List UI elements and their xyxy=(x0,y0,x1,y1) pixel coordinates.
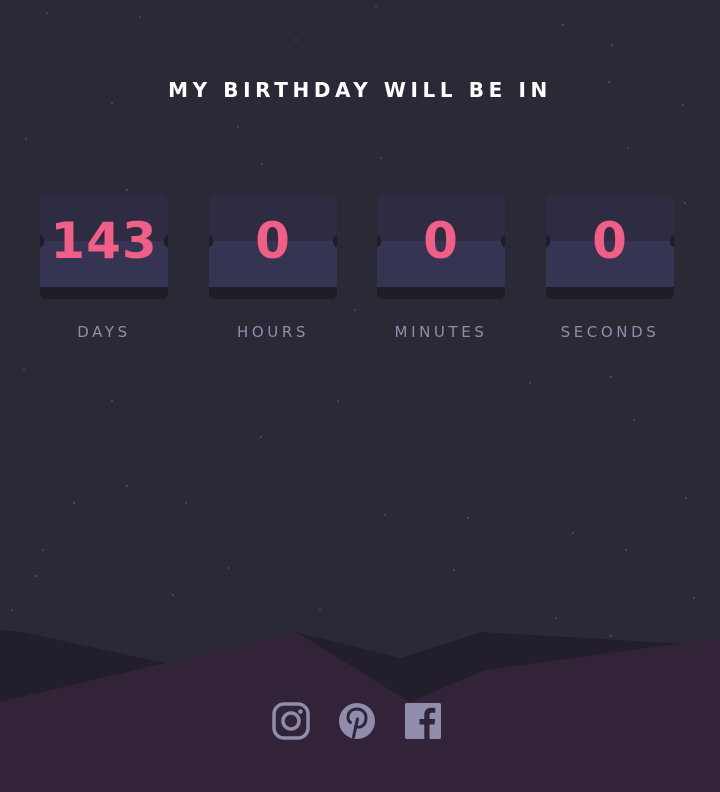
facebook-link[interactable] xyxy=(404,702,442,740)
countdown-unit-days: 143 DAYS xyxy=(40,195,168,341)
countdown-unit-seconds: 0 SECONDS xyxy=(546,195,674,341)
flip-card-seconds: 0 xyxy=(546,195,674,299)
social-links xyxy=(272,702,444,742)
minutes-label: MINUTES xyxy=(394,323,488,341)
facebook-icon xyxy=(405,703,441,739)
countdown-unit-minutes: 0 MINUTES xyxy=(377,195,505,341)
flip-card-minutes: 0 xyxy=(377,195,505,299)
seconds-label: SECONDS xyxy=(560,323,660,341)
instagram-icon xyxy=(272,702,310,740)
pinterest-icon xyxy=(339,703,375,739)
countdown-timer: 143 DAYS 0 HOURS 0 MINUTES 0 SECONDS xyxy=(40,195,675,355)
hours-value: 0 xyxy=(255,212,291,270)
flip-card-hours: 0 xyxy=(209,195,337,299)
page-title: MY BIRTHDAY WILL BE IN xyxy=(168,78,552,102)
days-label: DAYS xyxy=(77,323,131,341)
hours-label: HOURS xyxy=(236,323,309,341)
countdown-unit-hours: 0 HOURS xyxy=(209,195,337,341)
instagram-link[interactable] xyxy=(272,702,310,740)
flip-card-days: 143 xyxy=(40,195,168,299)
days-value: 143 xyxy=(50,212,158,270)
pinterest-link[interactable] xyxy=(338,702,376,740)
minutes-value: 0 xyxy=(423,212,459,270)
seconds-value: 0 xyxy=(592,212,628,270)
